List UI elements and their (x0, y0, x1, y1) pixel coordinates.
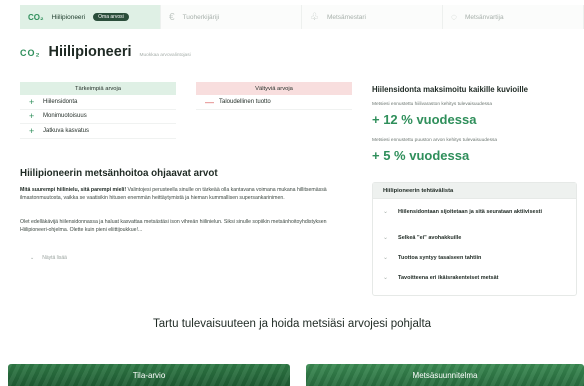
carbon-heading: Hiilensidonta maksimoitu kaikille kuvioi… (372, 85, 528, 94)
wood-value-forecast: + 5 % vuodessa (372, 148, 470, 163)
task-label: Tavoitteena eri ikäisrakenteiset metsät (398, 275, 499, 281)
task-list-card: Hiilipioneerin tehtävälista ⌄ Hiilensidon… (372, 182, 577, 296)
cta-heading: Tartu tulevaisuuteen ja hoida metsiäsi a… (152, 318, 432, 330)
tab-hiilipioneeri[interactable]: CO₂ Hiilipioneeri Oma arvosi (20, 5, 161, 29)
chevron-down-icon: ⌄ (383, 209, 389, 215)
plus-icon: + (29, 96, 35, 107)
own-value-badge: Oma arvosi (93, 13, 129, 21)
description-paragraph: Mitä suurempi hiilinielu, sitä parempi m… (20, 186, 350, 202)
tab-label: Tuoherkijäriji (182, 13, 220, 21)
tab-tuoherkijariji[interactable]: € Tuoherkijäriji (161, 5, 302, 29)
wood-value-note: Metsiesi ennustettu puuston arvon kehity… (372, 138, 498, 143)
tab-label: Hiilipioneeri (51, 13, 86, 21)
value-label: Jatkuva kasvatus (43, 127, 90, 134)
task-label: Selkeä "ei" avohakkuille (398, 235, 462, 241)
avoided-values-box: Vältyviä arvoja — Taloudellinen tuotto (196, 82, 352, 110)
avoided-values-title: Vältyviä arvoja (196, 82, 352, 95)
plus-icon: + (29, 125, 35, 136)
forest-plan-banner[interactable]: Metsäsuunnitelma (306, 364, 584, 386)
main-values-title: Tärkeimpiä arvoja (20, 82, 176, 95)
program-tabs: CO₂ Hiilipioneeri Oma arvosi € Tuoherkij… (20, 5, 584, 29)
description-paragraph-2: Olet edelläkävijä hiilensidonnassa ja ha… (20, 219, 327, 233)
tab-label: Metsänvartija (464, 13, 504, 21)
co2-icon: CO₂ (28, 12, 44, 22)
edit-values-link[interactable]: Muokkaa arvovalintojasi (140, 53, 191, 58)
list-item: + Monimuotoisuus (20, 110, 176, 124)
tab-metsanvartija[interactable]: ◌ Metsänvartija (443, 5, 584, 29)
chevron-down-icon: ⌄ (383, 235, 389, 241)
list-item: + Hiilensidonta (20, 95, 176, 110)
carbon-forecast-value: + 12 % vuodessa (372, 112, 477, 127)
leaf-icon: ◌ (451, 11, 457, 23)
minus-icon: — (205, 96, 214, 107)
show-more-button[interactable]: ⌄ Näytä lisää (30, 255, 67, 261)
page-header: CO₂ Hiilipioneeri Muokkaa arvovalintojas… (20, 44, 191, 60)
carbon-forecast-note: Metsiesi ennustettu hiilivaraston kehity… (372, 102, 492, 107)
banner-label: Tila-arvio (132, 370, 166, 380)
task-item[interactable]: ⌄ Hiilensidontaan sijoitetaan ja sitä seu… (383, 209, 568, 217)
show-more-label: Näytä lisää (42, 255, 67, 261)
tab-metsamestari[interactable]: ♧ Metsämestari (302, 5, 443, 29)
list-item: + Jatkuva kasvatus (20, 124, 176, 139)
page-title: Hiilipioneeri (48, 44, 132, 60)
co2-logo-icon: CO₂ (20, 48, 41, 58)
euro-icon: € (169, 11, 175, 23)
plus-icon: + (29, 111, 35, 122)
tab-label: Metsämestari (326, 13, 366, 21)
property-assessment-banner[interactable]: Tila-arvio (8, 364, 290, 386)
list-item: — Taloudellinen tuotto (196, 95, 352, 110)
task-item[interactable]: ⌄ Selkeä "ei" avohakkuille (383, 235, 568, 243)
chevron-down-icon: ⌄ (383, 275, 389, 281)
chevron-down-icon: ⌄ (30, 255, 35, 261)
task-item[interactable]: ⌄ Tuottoa syntyy tasaiseen tahtiin (383, 255, 568, 263)
task-list-title: Hiilipioneerin tehtävälista (373, 183, 576, 199)
value-label: Monimuotoisuus (43, 113, 87, 120)
description-lead: Mitä suurempi hiilinielu, sitä parempi m… (20, 187, 127, 193)
task-label: Tuottoa syntyy tasaiseen tahtiin (398, 255, 482, 261)
task-item[interactable]: ⌄ Tavoitteena eri ikäisrakenteiset metsät (383, 275, 568, 283)
main-values-box: Tärkeimpiä arvoja + Hiilensidonta + Monimu… (20, 82, 176, 139)
trees-icon: ♧ (310, 11, 319, 23)
section-title: Hiilipioneerin metsänhoitoa ohjaavat arv… (20, 168, 218, 179)
value-label: Taloudellinen tuotto (219, 98, 271, 105)
chevron-down-icon: ⌄ (383, 255, 389, 261)
banner-label: Metsäsuunnitelma (412, 370, 478, 380)
value-label: Hiilensidonta (43, 98, 78, 105)
task-label: Hiilensidontaan sijoitetaan ja sitä seur… (398, 209, 543, 215)
